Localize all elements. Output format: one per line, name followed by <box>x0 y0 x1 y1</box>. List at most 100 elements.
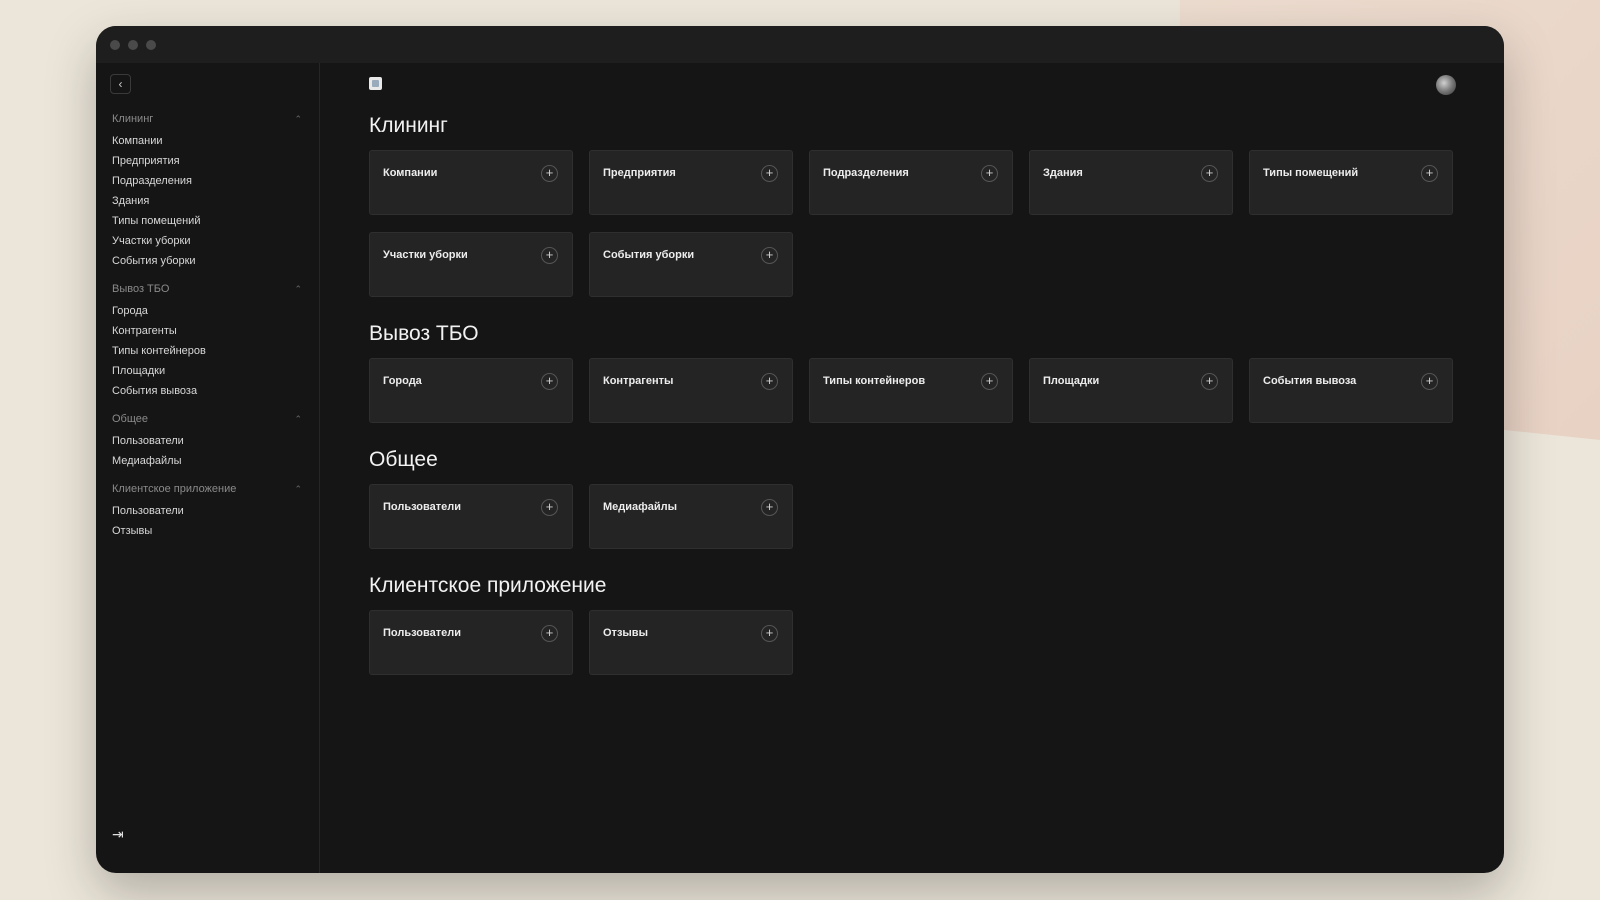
sidebar-item[interactable]: Отзывы <box>112 521 302 541</box>
app-window: ‹ Клининг ⌃ Компании Предприятия Подразделен… <box>96 26 1504 873</box>
sidebar-group: Клининг ⌃ Компании Предприятия Подразделения… <box>112 109 302 271</box>
card-label: События уборки <box>603 249 695 261</box>
entity-card[interactable]: Предприятия + <box>589 150 793 215</box>
sidebar-item[interactable]: Типы контейнеров <box>112 341 302 361</box>
sidebar-item[interactable]: Участки уборки <box>112 231 302 251</box>
sidebar-item[interactable]: Типы помещений <box>112 211 302 231</box>
plus-icon[interactable]: + <box>761 625 778 642</box>
entity-card[interactable]: Компании + <box>369 150 573 215</box>
sidebar-group-title: Общее <box>112 413 149 425</box>
sidebar-nav: Клининг ⌃ Компании Предприятия Подразделения… <box>112 109 302 549</box>
plus-icon[interactable]: + <box>541 247 558 264</box>
sidebar-item[interactable]: События уборки <box>112 251 302 271</box>
card-label: Отзывы <box>603 627 648 639</box>
plus-icon[interactable]: + <box>761 165 778 182</box>
plus-icon[interactable]: + <box>1421 165 1438 182</box>
chevron-up-icon: ⌃ <box>294 483 302 494</box>
sidebar-item[interactable]: Пользователи <box>112 431 302 451</box>
card-label: Компании <box>383 167 438 179</box>
plus-icon[interactable]: + <box>981 165 998 182</box>
entity-card[interactable]: Типы помещений + <box>1249 150 1453 215</box>
sidebar-group: Клиентское приложение ⌃ Пользователи Отзывы <box>112 479 302 541</box>
entity-card[interactable]: События уборки + <box>589 232 793 297</box>
sidebar-item[interactable]: Города <box>112 301 302 321</box>
entity-card[interactable]: Медиафайлы + <box>589 484 793 549</box>
plus-icon[interactable]: + <box>761 499 778 516</box>
plus-icon[interactable]: + <box>541 165 558 182</box>
card-label: Предприятия <box>603 167 676 179</box>
card-label: Здания <box>1043 167 1083 179</box>
sidebar: ‹ Клининг ⌃ Компании Предприятия Подразделен… <box>96 63 320 873</box>
entity-card[interactable]: Пользователи + <box>369 484 573 549</box>
plus-icon[interactable]: + <box>1201 165 1218 182</box>
entity-card[interactable]: Контрагенты + <box>589 358 793 423</box>
content: Клининг Компании + Предприятия + Подразделени… <box>369 107 1457 693</box>
chevron-up-icon: ⌃ <box>294 113 302 124</box>
card-label: Пользователи <box>383 627 462 639</box>
card-label: События вывоза <box>1263 375 1357 387</box>
sidebar-item[interactable]: Здания <box>112 191 302 211</box>
card-label: Типы контейнеров <box>823 375 926 387</box>
sidebar-item[interactable]: Компании <box>112 131 302 151</box>
section-title: Клининг <box>369 114 448 137</box>
sidebar-item[interactable]: Медиафайлы <box>112 451 302 471</box>
card-grid: Пользователи + Отзывы + <box>369 610 1457 675</box>
card-label: Города <box>383 375 422 387</box>
card-label: Подразделения <box>823 167 909 179</box>
plus-icon[interactable]: + <box>981 373 998 390</box>
section-title: Клиентское приложение <box>369 574 607 597</box>
entity-card[interactable]: Подразделения + <box>809 150 1013 215</box>
sidebar-item[interactable]: Предприятия <box>112 151 302 171</box>
plus-icon[interactable]: + <box>761 247 778 264</box>
sidebar-item[interactable]: Подразделения <box>112 171 302 191</box>
sidebar-group-header[interactable]: Клиентское приложение ⌃ <box>112 479 302 499</box>
main-area: Клининг Компании + Предприятия + Подразделени… <box>321 63 1504 873</box>
card-grid: Компании + Предприятия + Подразделения + Здани… <box>369 150 1457 297</box>
window-close-dot[interactable] <box>110 39 120 50</box>
sidebar-item[interactable]: Пользователи <box>112 501 302 521</box>
entity-card[interactable]: Типы контейнеров + <box>809 358 1013 423</box>
logout-icon: ⇥ <box>112 826 124 842</box>
plus-icon[interactable]: + <box>541 373 558 390</box>
section-title: Общее <box>369 448 438 471</box>
collapse-sidebar-button[interactable]: ‹ <box>110 74 131 94</box>
logout-button[interactable]: ⇥ <box>112 826 124 843</box>
entity-card[interactable]: Отзывы + <box>589 610 793 675</box>
sidebar-group: Общее ⌃ Пользователи Медиафайлы <box>112 409 302 471</box>
window-minimize-dot[interactable] <box>128 39 138 50</box>
sidebar-group-title: Клиентское приложение <box>112 483 237 495</box>
entity-card[interactable]: Пользователи + <box>369 610 573 675</box>
card-label: Участки уборки <box>383 249 468 261</box>
sidebar-item[interactable]: Площадки <box>112 361 302 381</box>
entity-card[interactable]: События вывоза + <box>1249 358 1453 423</box>
plus-icon[interactable]: + <box>1201 373 1218 390</box>
section-title: Вывоз ТБО <box>369 322 479 345</box>
entity-card[interactable]: Участки уборки + <box>369 232 573 297</box>
card-label: Типы помещений <box>1263 167 1359 179</box>
window-maximize-dot[interactable] <box>146 39 156 50</box>
plus-icon[interactable]: + <box>1421 373 1438 390</box>
logo <box>369 77 382 90</box>
sidebar-group-title: Клининг <box>112 113 154 125</box>
sidebar-group-header[interactable]: Вывоз ТБО ⌃ <box>112 279 302 299</box>
card-label: Контрагенты <box>603 375 674 387</box>
title-bar <box>96 26 1504 63</box>
sidebar-group-title: Вывоз ТБО <box>112 283 170 295</box>
sidebar-item[interactable]: События вывоза <box>112 381 302 401</box>
sidebar-group-header[interactable]: Клининг ⌃ <box>112 109 302 129</box>
entity-card[interactable]: Площадки + <box>1029 358 1233 423</box>
entity-card[interactable]: Города + <box>369 358 573 423</box>
plus-icon[interactable]: + <box>761 373 778 390</box>
card-label: Пользователи <box>383 501 462 513</box>
card-label: Площадки <box>1043 375 1100 387</box>
sidebar-item[interactable]: Контрагенты <box>112 321 302 341</box>
chevron-left-icon: ‹ <box>118 77 123 91</box>
plus-icon[interactable]: + <box>541 499 558 516</box>
card-grid: Пользователи + Медиафайлы + <box>369 484 1457 549</box>
sidebar-group: Вывоз ТБО ⌃ Города Контрагенты Типы контейне… <box>112 279 302 401</box>
entity-card[interactable]: Здания + <box>1029 150 1233 215</box>
sidebar-group-header[interactable]: Общее ⌃ <box>112 409 302 429</box>
plus-icon[interactable]: + <box>541 625 558 642</box>
avatar[interactable] <box>1436 75 1456 95</box>
card-label: Медиафайлы <box>603 501 678 513</box>
